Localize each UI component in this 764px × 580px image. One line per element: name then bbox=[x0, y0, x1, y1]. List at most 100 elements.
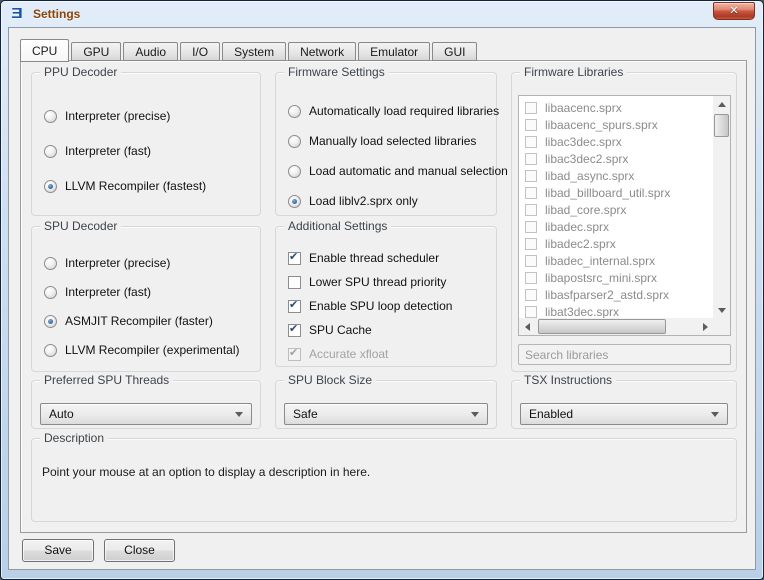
dialog-client-area: CPU GPU Audio I/O System Network Emulato… bbox=[8, 27, 756, 570]
radio-icon[interactable] bbox=[288, 104, 301, 118]
tab-network[interactable]: Network bbox=[288, 42, 357, 61]
close-icon: ✕ bbox=[729, 5, 739, 17]
radio-option-auto-and-manual-selection[interactable]: Load automatic and manual selection bbox=[288, 164, 508, 178]
group-title: SPU Block Size bbox=[284, 373, 377, 387]
search-libraries-input bbox=[518, 344, 731, 365]
preferred-spu-threads-dropdown[interactable]: Auto bbox=[40, 403, 252, 425]
checkbox-unchecked-icon bbox=[525, 220, 537, 233]
horizontal-scrollbar[interactable] bbox=[519, 318, 713, 335]
tab-system[interactable]: System bbox=[222, 42, 287, 61]
option-label: Interpreter (fast) bbox=[65, 144, 152, 158]
library-list-item: libat3dec.sprx bbox=[520, 303, 713, 318]
radio-selected-icon[interactable] bbox=[44, 314, 57, 328]
settings-tab-bar: CPU GPU Audio I/O System Network Emulato… bbox=[20, 38, 479, 62]
checkbox-checked-icon[interactable]: ✔ bbox=[288, 299, 301, 313]
checkbox-unchecked-icon bbox=[525, 305, 537, 318]
firmware-libraries-list: libaacenc.sprx libaacenc_spurs.sprx liba… bbox=[518, 95, 731, 336]
chevron-down-icon bbox=[471, 411, 479, 417]
checkbox-unchecked-icon bbox=[525, 152, 537, 165]
checkbox-checked-icon[interactable]: ✔ bbox=[288, 251, 301, 265]
tab-cpu[interactable]: CPU bbox=[20, 39, 70, 62]
tab-io[interactable]: I/O bbox=[180, 42, 221, 61]
checkbox-unchecked-icon bbox=[525, 237, 537, 250]
radio-icon[interactable] bbox=[44, 285, 57, 299]
option-label: Automatically load required libraries bbox=[309, 104, 500, 118]
option-label: Enable SPU loop detection bbox=[309, 299, 453, 313]
window-title: Settings bbox=[33, 7, 81, 21]
option-label: Load automatic and manual selection bbox=[309, 164, 508, 178]
scroll-up-icon[interactable] bbox=[713, 96, 730, 112]
group-firmware-settings: Firmware Settings Automatically load req… bbox=[275, 65, 508, 216]
checkbox-unchecked-icon bbox=[525, 271, 537, 284]
library-list-item: libac3dec2.sprx bbox=[520, 150, 713, 167]
radio-selected-icon[interactable] bbox=[288, 194, 301, 208]
checkbox-option-accurate-xfloat: ✔ Accurate xfloat bbox=[288, 347, 490, 361]
radio-option-ppu-interpreter-precise[interactable]: Interpreter (precise) bbox=[44, 109, 254, 123]
library-list-item: libadec_internal.sprx bbox=[520, 252, 713, 269]
radio-option-ppu-interpreter-fast[interactable]: Interpreter (fast) bbox=[44, 144, 254, 158]
group-title: Additional Settings bbox=[284, 219, 392, 233]
scroll-left-icon[interactable] bbox=[519, 318, 535, 335]
tab-gui[interactable]: GUI bbox=[432, 42, 478, 61]
checkbox-option-lower-spu-thread-priority[interactable]: Lower SPU thread priority bbox=[288, 275, 490, 289]
tab-audio[interactable]: Audio bbox=[123, 42, 179, 61]
description-text: Point your mouse at an option to display… bbox=[42, 465, 371, 479]
checkbox-unchecked-icon bbox=[525, 169, 537, 182]
group-firmware-libraries: Firmware Libraries libaacenc.sprx libaac… bbox=[511, 65, 737, 372]
dropdown-value: Auto bbox=[49, 407, 74, 421]
library-list-item: libad_core.sprx bbox=[520, 201, 713, 218]
scrollbar-thumb[interactable] bbox=[714, 114, 729, 137]
vertical-scrollbar[interactable] bbox=[713, 96, 730, 318]
library-list-item: libaacenc.sprx bbox=[520, 99, 713, 116]
settings-window: Ǝ Settings ✕ CPU GPU Audio I/O System Ne… bbox=[0, 0, 764, 580]
radio-option-spu-asmjit-recompiler[interactable]: ASMJIT Recompiler (faster) bbox=[44, 314, 254, 328]
checkbox-option-enable-spu-loop-detection[interactable]: ✔ Enable SPU loop detection bbox=[288, 299, 490, 313]
scroll-right-icon[interactable] bbox=[697, 318, 713, 335]
radio-option-ppu-llvm-recompiler[interactable]: LLVM Recompiler (fastest) bbox=[44, 179, 254, 193]
radio-option-auto-load-libraries[interactable]: Automatically load required libraries bbox=[288, 104, 499, 118]
radio-icon[interactable] bbox=[288, 164, 301, 178]
checkbox-checked-icon[interactable]: ✔ bbox=[288, 323, 301, 337]
radio-icon[interactable] bbox=[44, 256, 57, 270]
tab-gpu[interactable]: GPU bbox=[71, 42, 122, 61]
radio-icon[interactable] bbox=[44, 144, 57, 158]
checkbox-option-spu-cache[interactable]: ✔ SPU Cache bbox=[288, 323, 490, 337]
radio-option-spu-llvm-recompiler[interactable]: LLVM Recompiler (experimental) bbox=[44, 343, 254, 357]
option-label: Interpreter (precise) bbox=[65, 256, 171, 270]
library-list-item: libaacenc_spurs.sprx bbox=[520, 116, 713, 133]
group-spu-block-size: SPU Block Size Safe bbox=[275, 373, 497, 429]
checkbox-unchecked-icon bbox=[525, 254, 537, 267]
group-title: Firmware Settings bbox=[284, 65, 389, 79]
checkbox-unchecked-icon bbox=[525, 135, 537, 148]
group-additional-settings: Additional Settings ✔ Enable thread sche… bbox=[275, 219, 497, 367]
radio-option-manual-load-libraries[interactable]: Manually load selected libraries bbox=[288, 134, 490, 148]
scroll-down-icon[interactable] bbox=[713, 302, 730, 318]
checkbox-option-enable-thread-scheduler[interactable]: ✔ Enable thread scheduler bbox=[288, 251, 490, 265]
option-label: Manually load selected libraries bbox=[309, 134, 477, 148]
checkbox-unchecked-icon[interactable] bbox=[288, 275, 301, 289]
spu-block-size-dropdown[interactable]: Safe bbox=[284, 403, 488, 425]
option-label: Load liblv2.sprx only bbox=[309, 194, 418, 208]
radio-icon[interactable] bbox=[44, 343, 57, 357]
rpcs3-logo-icon: Ǝ bbox=[11, 5, 23, 22]
close-window-button[interactable]: ✕ bbox=[713, 2, 755, 20]
title-bar[interactable]: Ǝ Settings ✕ bbox=[1, 1, 763, 27]
group-title: SPU Decoder bbox=[40, 219, 122, 233]
scrollbar-thumb[interactable] bbox=[538, 319, 666, 334]
cpu-tab-pane: PPU Decoder Interpreter (precise) Interp… bbox=[20, 60, 747, 533]
tab-emulator[interactable]: Emulator bbox=[358, 42, 431, 61]
close-button[interactable]: Close bbox=[104, 539, 175, 562]
tsx-instructions-dropdown[interactable]: Enabled bbox=[520, 403, 728, 425]
group-title: TSX Instructions bbox=[520, 373, 617, 387]
checkbox-unchecked-icon bbox=[525, 101, 537, 114]
save-button[interactable]: Save bbox=[22, 539, 94, 562]
radio-icon[interactable] bbox=[288, 134, 301, 148]
radio-selected-icon[interactable] bbox=[44, 179, 57, 193]
radio-option-spu-interpreter-fast[interactable]: Interpreter (fast) bbox=[44, 285, 254, 299]
library-list-rows: libaacenc.sprx libaacenc_spurs.sprx liba… bbox=[520, 97, 713, 318]
group-title: Preferred SPU Threads bbox=[40, 373, 174, 387]
radio-option-spu-interpreter-precise[interactable]: Interpreter (precise) bbox=[44, 256, 254, 270]
radio-option-load-liblv2-only[interactable]: Load liblv2.sprx only bbox=[288, 194, 490, 208]
scrollbar-corner bbox=[713, 318, 730, 335]
radio-icon[interactable] bbox=[44, 109, 57, 123]
